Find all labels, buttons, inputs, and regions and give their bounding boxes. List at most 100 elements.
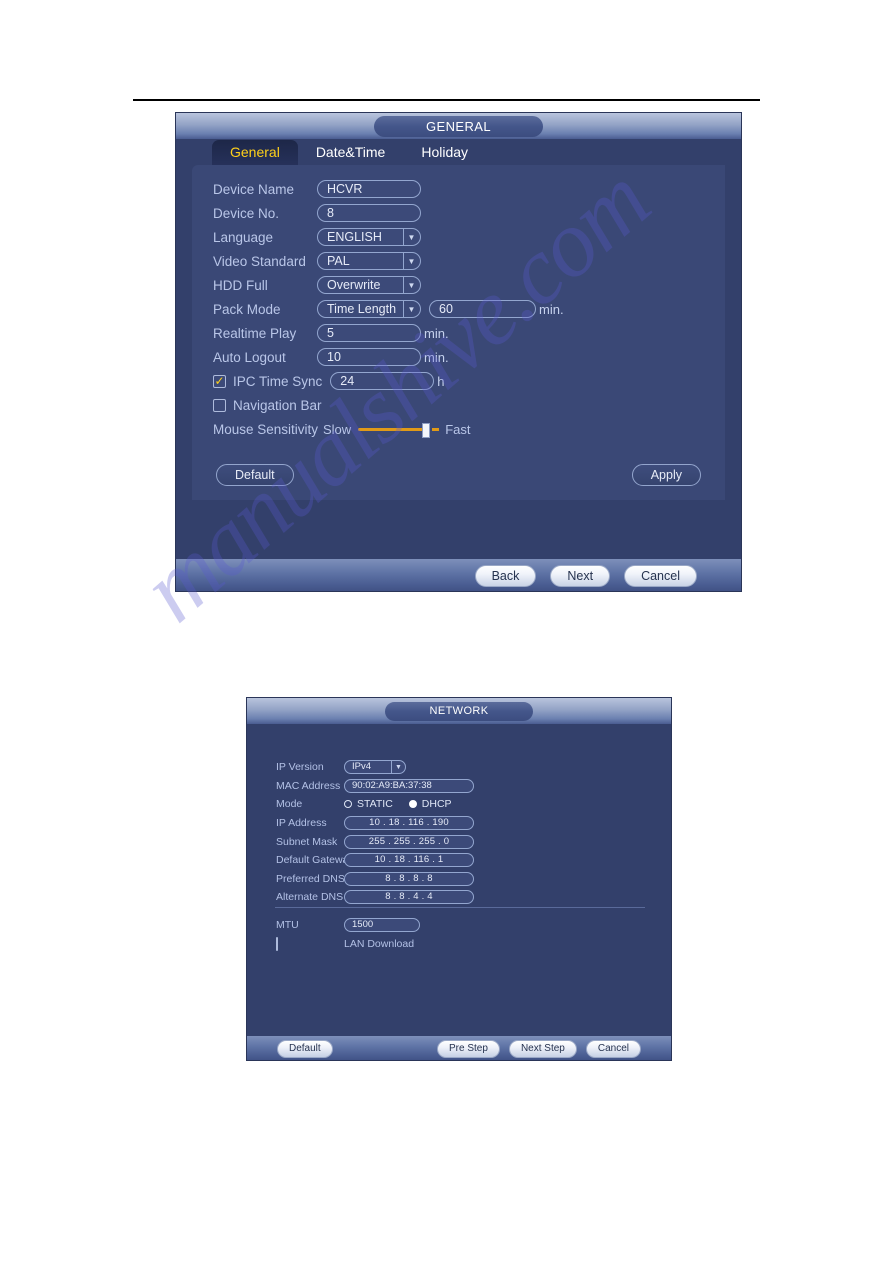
row-hdd-full: HDD Full Overwrite ▼ bbox=[213, 273, 564, 297]
network-dialog-titlebar: NETWORK bbox=[247, 698, 671, 724]
default-gateway-input[interactable]: 10 . 18 . 116 . 1 bbox=[344, 853, 474, 868]
subnet-mask-label: Subnet Mask bbox=[276, 835, 338, 848]
back-button[interactable]: Back bbox=[474, 565, 537, 587]
tab-general[interactable]: General bbox=[212, 140, 298, 165]
network-section-divider bbox=[275, 907, 645, 908]
row-subnet-mask: Subnet Mask 255 . 255 . 255 . 0 bbox=[276, 832, 474, 851]
network-default-button[interactable]: Default bbox=[277, 1040, 333, 1058]
general-settings-dialog: GENERAL General Date&Time Holiday Device… bbox=[175, 112, 742, 592]
cancel-button[interactable]: Cancel bbox=[624, 565, 697, 587]
ipc-time-sync-input[interactable]: 24 bbox=[330, 372, 435, 390]
row-ip-address: IP Address 10 . 18 . 116 . 190 bbox=[276, 814, 474, 833]
row-auto-logout: Auto Logout 10 min. bbox=[213, 345, 564, 369]
row-mouse-sensitivity: Mouse Sensitivity Slow Fast bbox=[213, 417, 564, 441]
navigation-bar-checkbox[interactable] bbox=[213, 398, 226, 412]
pack-mode-length-unit: min. bbox=[539, 301, 564, 317]
mac-address-input[interactable]: 90:02:A9:BA:37:38 bbox=[344, 778, 474, 793]
alternate-dns-label: Alternate DNS bbox=[276, 891, 344, 904]
row-mac-address: MAC Address 90:02:A9:BA:37:38 bbox=[276, 777, 474, 796]
video-standard-label: Video Standard bbox=[213, 253, 306, 269]
row-lan-download: LAN Download bbox=[276, 935, 420, 954]
alternate-dns-input[interactable]: 8 . 8 . 4 . 4 bbox=[344, 890, 474, 905]
device-no-label: Device No. bbox=[213, 205, 280, 221]
default-gateway-label: Default Gateway bbox=[276, 854, 354, 867]
row-preferred-dns: Preferred DNS 8 . 8 . 8 . 8 bbox=[276, 870, 474, 889]
pack-mode-length-input[interactable]: 60 bbox=[429, 300, 536, 318]
row-alternate-dns: Alternate DNS 8 . 8 . 4 . 4 bbox=[276, 888, 474, 907]
ip-version-select[interactable]: IPv4 ▼ bbox=[344, 760, 406, 775]
video-standard-select[interactable]: PAL ▼ bbox=[317, 252, 421, 270]
slider-thumb[interactable] bbox=[422, 422, 431, 438]
radio-dhcp[interactable] bbox=[408, 800, 417, 809]
tab-holiday[interactable]: Holiday bbox=[403, 140, 486, 165]
navigation-bar-label: Navigation Bar bbox=[233, 397, 322, 413]
row-pack-mode: Pack Mode Time Length ▼ 60 min. bbox=[213, 297, 564, 321]
auto-logout-unit: min. bbox=[424, 349, 449, 365]
device-name-label: Device Name bbox=[213, 181, 295, 197]
general-dialog-footer: Back Next Cancel bbox=[176, 559, 741, 591]
realtime-play-label: Realtime Play bbox=[213, 325, 297, 341]
network-dialog-title: NETWORK bbox=[385, 701, 533, 721]
ip-address-label: IP Address bbox=[276, 817, 327, 830]
row-mode: Mode STATIC DHCP bbox=[276, 795, 474, 814]
chevron-down-icon[interactable]: ▼ bbox=[403, 277, 419, 293]
network-settings-dialog: NETWORK IP Version IPv4 ▼ MAC Address 90… bbox=[246, 697, 672, 1061]
network-form: IP Version IPv4 ▼ MAC Address 90:02:A9:B… bbox=[276, 758, 474, 907]
realtime-play-input[interactable]: 5 bbox=[317, 324, 421, 342]
next-step-button[interactable]: Next Step bbox=[508, 1040, 577, 1058]
slider-min-label: Slow bbox=[323, 421, 352, 437]
row-realtime-play: Realtime Play 5 min. bbox=[213, 321, 564, 345]
general-dialog-body: General Date&Time Holiday Device Name HC… bbox=[176, 139, 741, 591]
ipc-time-sync-unit: h bbox=[437, 373, 445, 389]
realtime-play-unit: min. bbox=[424, 325, 449, 341]
chevron-down-icon[interactable]: ▼ bbox=[403, 253, 419, 269]
row-mtu: MTU 1500 bbox=[276, 916, 420, 935]
language-select[interactable]: ENGLISH ▼ bbox=[317, 228, 421, 246]
auto-logout-label: Auto Logout bbox=[213, 349, 286, 365]
radio-static[interactable] bbox=[344, 800, 352, 809]
chevron-down-icon[interactable]: ▼ bbox=[403, 301, 419, 317]
row-language: Language ENGLISH ▼ bbox=[213, 225, 564, 249]
preferred-dns-input[interactable]: 8 . 8 . 8 . 8 bbox=[344, 871, 474, 886]
device-name-input[interactable]: HCVR bbox=[317, 180, 421, 198]
chevron-down-icon[interactable]: ▼ bbox=[391, 761, 405, 774]
lan-download-checkbox[interactable] bbox=[276, 936, 278, 951]
chevron-down-icon[interactable]: ▼ bbox=[403, 229, 419, 245]
general-form: Device Name HCVR Device No. 8 Language E… bbox=[213, 177, 564, 441]
row-device-name: Device Name HCVR bbox=[213, 177, 564, 201]
mode-label: Mode bbox=[276, 798, 303, 811]
pre-step-button[interactable]: Pre Step bbox=[437, 1040, 500, 1058]
pack-mode-select[interactable]: Time Length ▼ bbox=[317, 300, 421, 318]
tab-date-time[interactable]: Date&Time bbox=[298, 140, 404, 165]
default-button[interactable]: Default bbox=[216, 464, 294, 486]
network-dialog-footer: Default Pre Step Next Step Cancel bbox=[247, 1036, 671, 1060]
next-button[interactable]: Next bbox=[550, 565, 611, 587]
auto-logout-input[interactable]: 10 bbox=[317, 348, 421, 366]
apply-button[interactable]: Apply bbox=[631, 464, 701, 486]
hdd-full-select[interactable]: Overwrite ▼ bbox=[317, 276, 421, 294]
general-content-panel: Device Name HCVR Device No. 8 Language E… bbox=[192, 165, 725, 500]
slider-track[interactable] bbox=[358, 422, 440, 438]
mac-address-label: MAC Address bbox=[276, 779, 341, 792]
subnet-mask-input[interactable]: 255 . 255 . 255 . 0 bbox=[344, 834, 474, 849]
hdd-full-label: HDD Full bbox=[213, 277, 268, 293]
language-label: Language bbox=[213, 229, 274, 245]
mtu-input[interactable]: 1500 bbox=[344, 918, 420, 933]
general-tabstrip: General Date&Time Holiday bbox=[176, 139, 741, 165]
ip-version-label: IP Version bbox=[276, 761, 324, 774]
mouse-sensitivity-slider[interactable]: Slow Fast bbox=[323, 421, 470, 438]
network-dialog-body: IP Version IPv4 ▼ MAC Address 90:02:A9:B… bbox=[247, 724, 671, 1060]
pack-mode-label: Pack Mode bbox=[213, 301, 281, 317]
ip-address-input[interactable]: 10 . 18 . 116 . 190 bbox=[344, 816, 474, 831]
device-no-input[interactable]: 8 bbox=[317, 204, 421, 222]
lan-download-label: LAN Download bbox=[344, 937, 415, 950]
dhcp-label: DHCP bbox=[421, 798, 452, 811]
ipc-time-sync-checkbox[interactable]: ✓ bbox=[213, 374, 226, 388]
row-navigation-bar: Navigation Bar bbox=[213, 393, 564, 417]
network-cancel-button[interactable]: Cancel bbox=[585, 1040, 641, 1058]
static-label: STATIC bbox=[357, 798, 393, 811]
general-dialog-titlebar: GENERAL bbox=[176, 113, 741, 139]
row-video-standard: Video Standard PAL ▼ bbox=[213, 249, 564, 273]
network-form-lower: MTU 1500 LAN Download bbox=[276, 916, 420, 953]
mouse-sensitivity-label: Mouse Sensitivity bbox=[213, 421, 319, 437]
